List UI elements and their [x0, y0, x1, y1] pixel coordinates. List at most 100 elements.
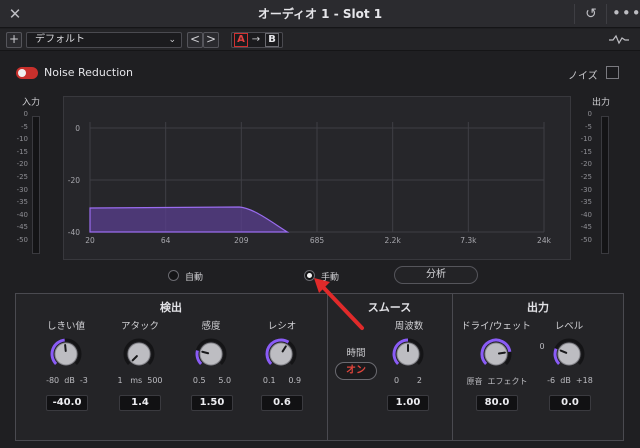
meter-tick: -40: [580, 210, 592, 219]
meter-tick: -30: [580, 185, 592, 194]
level-label: レベル: [554, 321, 584, 332]
level-zero-mark: 0: [539, 342, 545, 351]
threshold-max: -3: [79, 376, 88, 385]
divider: [452, 293, 453, 441]
meter-tick: -15: [580, 147, 592, 156]
frequency-label: 周波数: [394, 321, 424, 332]
sensitivity-label: 感度: [201, 321, 221, 332]
graph-x-tick: 20: [85, 236, 95, 245]
noise-profile-curve: [89, 206, 290, 233]
knob-indicator: [64, 344, 67, 353]
noise-checkbox[interactable]: [606, 66, 619, 79]
ratio-value[interactable]: 0.6: [261, 395, 303, 411]
drywet-knob[interactable]: [480, 338, 512, 370]
sensitivity-min: 0.5: [192, 376, 206, 385]
sensitivity-value[interactable]: 1.50: [191, 395, 233, 411]
preset-value: デフォルト: [35, 34, 85, 45]
analyze-button[interactable]: 分析: [394, 266, 478, 284]
add-preset-button[interactable]: +: [6, 32, 22, 48]
time-on-button[interactable]: オン: [335, 362, 377, 380]
auto-mode-radio[interactable]: [168, 270, 179, 281]
drywet-min: 原音: [466, 377, 483, 386]
drywet-label: ドライ/ウェット: [461, 321, 531, 332]
knob-body: [557, 342, 581, 366]
meter-tick: -5: [21, 122, 28, 131]
meter-tick: -10: [16, 135, 28, 144]
threshold-unit: dB: [64, 376, 75, 385]
graph-x-tick: 7.3k: [460, 236, 477, 245]
reset-icon[interactable]: ↺: [582, 5, 600, 23]
threshold-min: -80: [46, 376, 60, 385]
level-knob[interactable]: [553, 338, 585, 370]
meter-tick: -25: [580, 173, 592, 181]
preset-select[interactable]: デフォルト ⌄: [26, 32, 182, 48]
noise-graph-plot: 0 -20 -40 20 64 209 685 2.2k 7.3k 24k: [68, 122, 552, 245]
waveform-icon[interactable]: [608, 33, 630, 47]
frequency-value[interactable]: 1.00: [387, 395, 429, 411]
knob-body: [127, 342, 151, 366]
plugin-name: Noise Reduction: [44, 66, 133, 79]
graph-y-tick: -20: [68, 176, 80, 185]
prev-preset-button[interactable]: <: [187, 32, 203, 48]
ratio-knob[interactable]: [265, 338, 297, 370]
knob-body: [269, 342, 293, 366]
meter-tick: -30: [16, 185, 28, 194]
level-max: +18: [575, 376, 593, 385]
meter-tick: -20: [16, 160, 28, 169]
auto-mode-label: 自動: [185, 273, 204, 283]
divider: [574, 4, 575, 24]
meter-tick: -20: [580, 160, 592, 169]
input-meter: [32, 116, 40, 254]
level-unit: dB: [560, 376, 571, 385]
ratio-range: 0.1 0.9: [254, 376, 310, 385]
title-bar: ✕ オーディオ 1 - Slot 1 ↺ •••: [0, 0, 640, 28]
attack-label: アタック: [120, 321, 159, 332]
output-meter-label: 出力: [592, 98, 611, 108]
graph-x-tick: 64: [161, 236, 171, 245]
annotation-arrow: [314, 278, 364, 330]
frequency-min: 0: [394, 376, 400, 385]
a-button[interactable]: A: [234, 33, 248, 47]
b-button[interactable]: B: [265, 33, 279, 47]
next-preset-button[interactable]: >: [203, 32, 219, 48]
meter-tick: -10: [580, 135, 592, 144]
attack-knob[interactable]: [123, 338, 155, 370]
meter-tick: 0: [587, 110, 592, 118]
level-value[interactable]: 0.0: [549, 395, 591, 411]
threshold-value[interactable]: -40.0: [46, 395, 88, 411]
drywet-range: 原音 エフェクト: [466, 376, 528, 387]
attack-max: 500: [147, 376, 163, 385]
more-icon[interactable]: •••: [612, 4, 640, 22]
frequency-knob[interactable]: [392, 338, 424, 370]
meter-tick: -5: [585, 122, 592, 131]
ratio-max: 0.9: [288, 376, 302, 385]
attack-value[interactable]: 1.4: [119, 395, 161, 411]
threshold-label: しきい値: [46, 321, 85, 332]
knob-body: [484, 342, 508, 366]
chevron-down-icon: ⌄: [168, 35, 176, 45]
meter-tick: -50: [580, 236, 592, 244]
sensitivity-range: 0.5 5.0: [184, 376, 240, 385]
noise-label: ノイズ: [568, 71, 598, 82]
meter-tick: -25: [16, 173, 28, 181]
threshold-range: -80 dB -3: [40, 376, 94, 385]
meter-tick: -45: [580, 223, 592, 232]
knob-indicator: [497, 351, 506, 355]
input-meter-label: 入力: [22, 98, 41, 108]
meter-tick: -50: [16, 236, 28, 244]
ratio-min: 0.1: [262, 376, 276, 385]
attack-range: 1 ms 500: [112, 376, 168, 385]
threshold-knob[interactable]: [50, 338, 82, 370]
graph-x-tick: 209: [234, 236, 249, 245]
meter-tick: -15: [16, 147, 28, 156]
frequency-range: 0 2: [384, 376, 432, 385]
graph-y-tick: -40: [68, 228, 80, 237]
graph-x-tick: 2.2k: [385, 236, 402, 245]
enable-toggle[interactable]: [16, 67, 38, 79]
detect-section-title: 検出: [160, 301, 182, 314]
knob-body: [199, 342, 223, 366]
graph-x-tick: 685: [310, 236, 325, 245]
copy-arrow-button[interactable]: →: [250, 33, 262, 47]
drywet-value[interactable]: 80.0: [476, 395, 518, 411]
sensitivity-knob[interactable]: [195, 338, 227, 370]
